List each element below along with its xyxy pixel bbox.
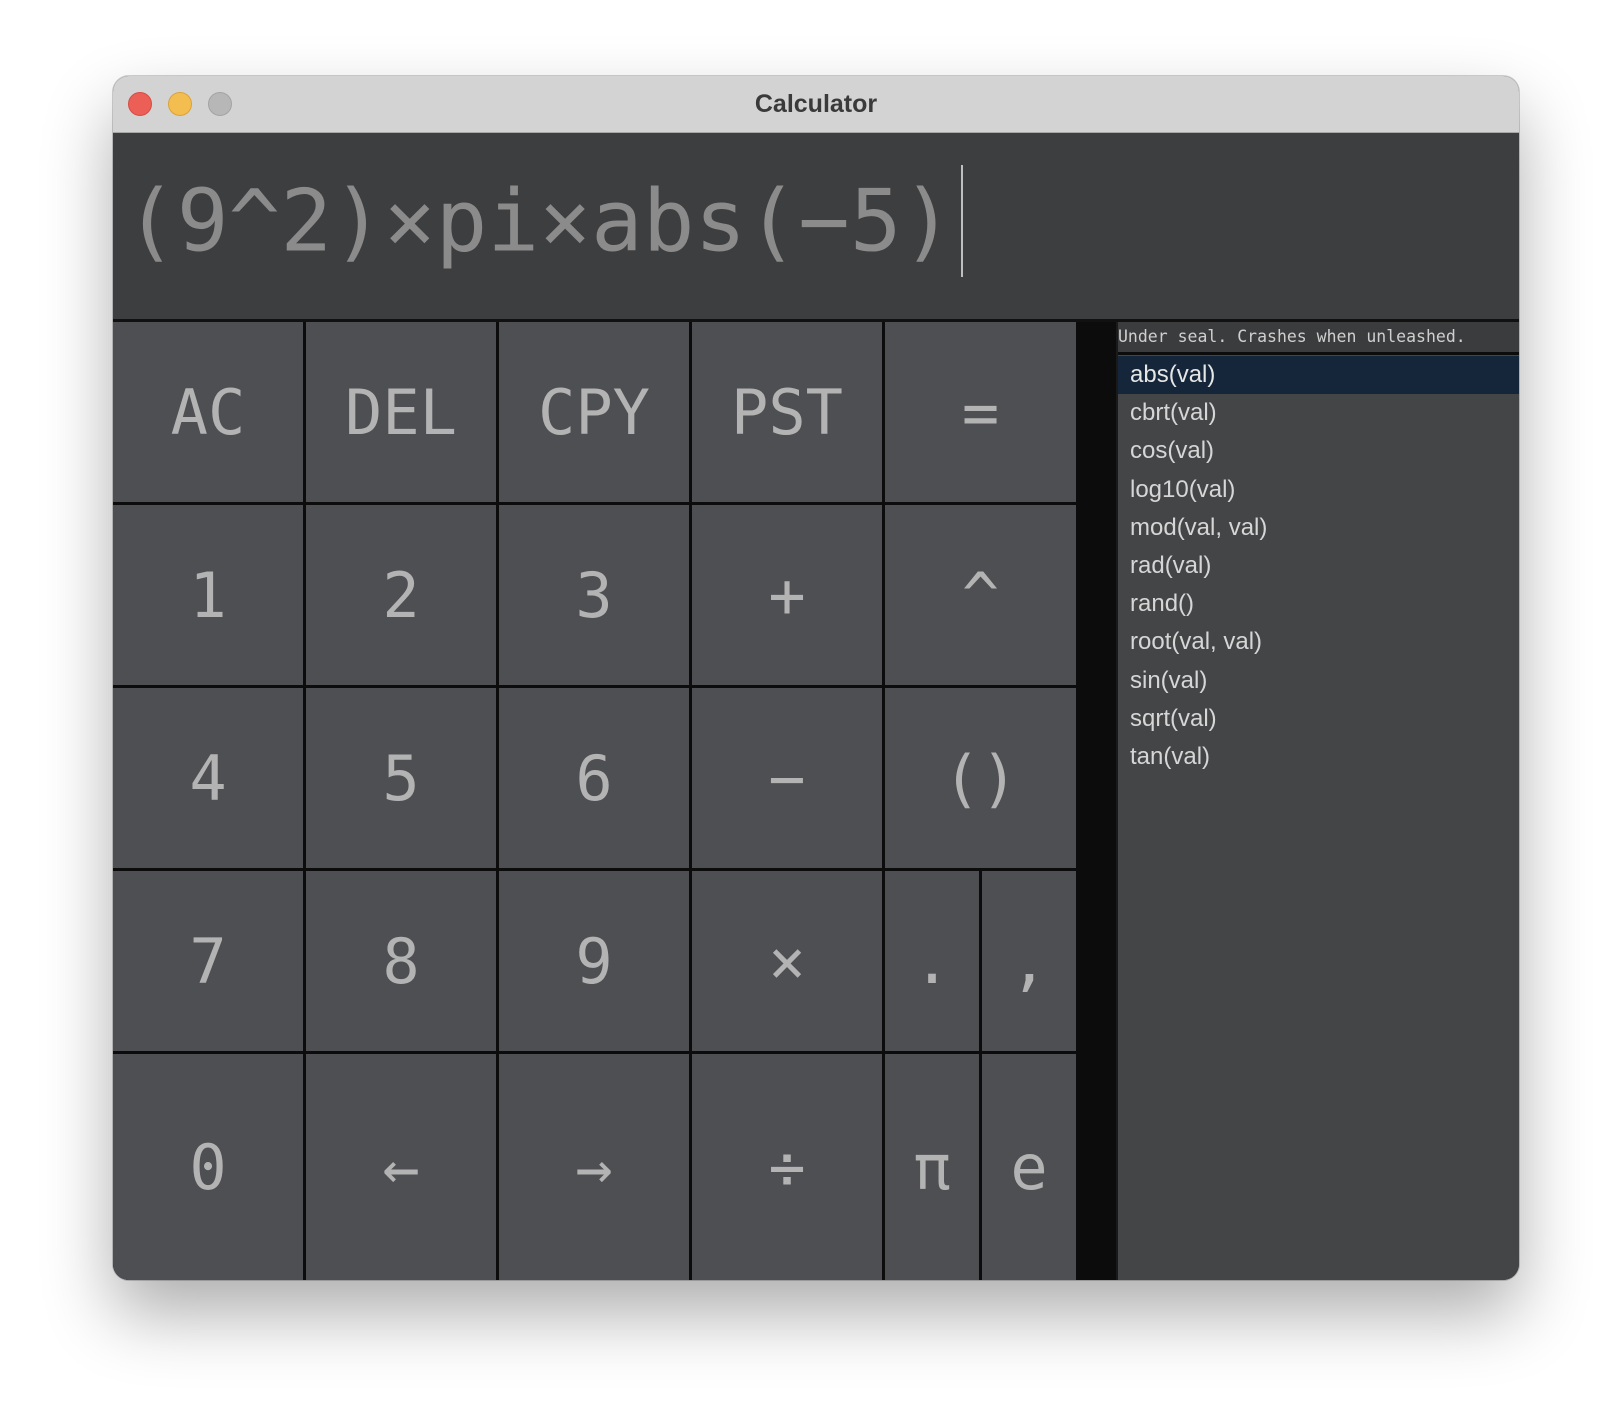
function-item[interactable]: root(val, val)	[1118, 623, 1519, 661]
delete-button[interactable]: DEL	[306, 322, 496, 502]
keypad: AC DEL CPY PST = 1 2 3 + ^ 4 5 6 − () 7 …	[113, 322, 1116, 1280]
window-title: Calculator	[754, 90, 878, 118]
digit-5-button[interactable]: 5	[306, 688, 496, 868]
function-item[interactable]: mod(val, val)	[1118, 509, 1519, 547]
calculator-window: Calculator (9^2)×pi×abs(−5) AC DEL CPY P…	[113, 76, 1519, 1280]
ac-button[interactable]: AC	[113, 322, 303, 502]
digit-8-button[interactable]: 8	[306, 871, 496, 1051]
plus-button[interactable]: +	[692, 505, 882, 685]
function-item[interactable]: rad(val)	[1118, 547, 1519, 585]
expression-text: (9^2)×pi×abs(−5)	[125, 171, 954, 272]
digit-9-button[interactable]: 9	[499, 871, 689, 1051]
divide-button[interactable]: ÷	[692, 1054, 882, 1280]
function-item[interactable]: cos(val)	[1118, 432, 1519, 470]
function-item[interactable]: sqrt(val)	[1118, 700, 1519, 738]
digit-7-button[interactable]: 7	[113, 871, 303, 1051]
function-item[interactable]: abs(val)	[1118, 356, 1519, 395]
function-list: abs(val) cbrt(val) cos(val) log10(val) mod(v…	[1118, 356, 1519, 776]
function-item[interactable]: sin(val)	[1118, 662, 1519, 700]
text-cursor	[961, 165, 964, 277]
multiply-button[interactable]: ×	[692, 871, 882, 1051]
title-bar: Calculator	[113, 76, 1519, 133]
digit-2-button[interactable]: 2	[306, 505, 496, 685]
digit-0-button[interactable]: 0	[113, 1054, 303, 1280]
power-button[interactable]: ^	[885, 505, 1076, 685]
cursor-right-button[interactable]: →	[499, 1054, 689, 1280]
comma-button[interactable]: ,	[982, 871, 1076, 1051]
expression-line: (9^2)×pi×abs(−5)	[125, 165, 964, 283]
expression-display[interactable]: (9^2)×pi×abs(−5)	[113, 133, 1519, 322]
copy-button[interactable]: CPY	[499, 322, 689, 502]
function-item[interactable]: tan(val)	[1118, 738, 1519, 776]
paste-button[interactable]: PST	[692, 322, 882, 502]
digit-3-button[interactable]: 3	[499, 505, 689, 685]
function-item[interactable]: cbrt(val)	[1118, 394, 1519, 432]
parentheses-button[interactable]: ()	[885, 688, 1076, 868]
function-panel: Under seal. Crashes when unleashed. abs(…	[1118, 322, 1519, 1280]
digit-6-button[interactable]: 6	[499, 688, 689, 868]
cursor-left-button[interactable]: ←	[306, 1054, 496, 1280]
equals-button[interactable]: =	[885, 322, 1076, 502]
digit-1-button[interactable]: 1	[113, 505, 303, 685]
digit-4-button[interactable]: 4	[113, 688, 303, 868]
euler-e-button[interactable]: e	[982, 1054, 1076, 1280]
function-panel-hint: Under seal. Crashes when unleashed.	[1118, 322, 1519, 355]
function-item[interactable]: log10(val)	[1118, 471, 1519, 509]
function-item[interactable]: rand()	[1118, 585, 1519, 623]
minus-button[interactable]: −	[692, 688, 882, 868]
pi-button[interactable]: π	[885, 1054, 979, 1280]
decimal-point-button[interactable]: .	[885, 871, 979, 1051]
